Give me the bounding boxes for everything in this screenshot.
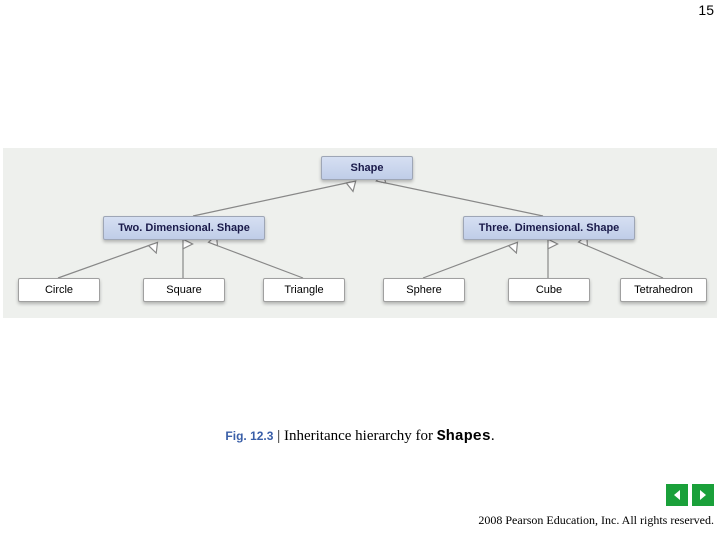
caption-code-word: Shapes [437,428,491,445]
node-square: Square [143,278,225,302]
node-sphere: Sphere [383,278,465,302]
copyright-text: 2008 Pearson Education, Inc. All rights … [478,513,714,528]
next-slide-button[interactable] [692,484,714,506]
triangle-right-icon [697,489,709,501]
node-three-dimensional-shape: Three. Dimensional. Shape [463,216,635,240]
figure-caption: Fig. 12.3 | Inheritance hierarchy for Sh… [0,428,720,445]
node-two-dimensional-shape: Two. Dimensional. Shape [103,216,265,240]
figure-number: Fig. 12.3 [225,429,273,443]
node-shape: Shape [321,156,413,180]
triangle-left-icon [671,489,683,501]
node-tetrahedron: Tetrahedron [620,278,707,302]
inheritance-diagram: Shape Two. Dimensional. Shape Three. Dim… [3,148,717,318]
caption-separator: | [273,428,284,444]
node-triangle: Triangle [263,278,345,302]
caption-text-after: . [491,428,495,444]
node-circle: Circle [18,278,100,302]
caption-text-before: Inheritance hierarchy for [284,428,437,444]
slide-nav [662,484,714,506]
page-number: 15 [698,2,714,18]
node-cube: Cube [508,278,590,302]
prev-slide-button[interactable] [666,484,688,506]
